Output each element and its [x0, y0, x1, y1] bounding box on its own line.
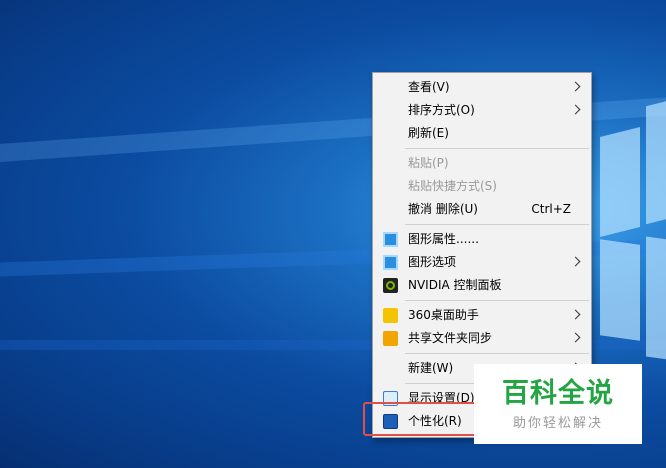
- menu-item-label: 查看(V): [408, 80, 450, 94]
- chevron-right-icon: [570, 309, 581, 320]
- watermark: 百科全说 助你轻松解决: [474, 364, 642, 444]
- menu-item-label: 共享文件夹同步: [408, 331, 493, 345]
- graphics-properties-icon: [383, 232, 398, 247]
- menu-item-label: 360桌面助手: [408, 308, 479, 322]
- menu-item-shared-folder-sync[interactable]: 共享文件夹同步: [373, 327, 591, 350]
- menu-item-graphics-properties[interactable]: 图形属性......: [373, 228, 591, 251]
- menu-item-label: 图形属性......: [408, 232, 479, 246]
- windows-logo: [600, 70, 666, 400]
- menu-item-label: 粘贴(P): [408, 156, 449, 170]
- menu-item-360-desktop-assistant[interactable]: 360桌面助手: [373, 304, 591, 327]
- chevron-right-icon: [570, 104, 581, 115]
- windows-logo-pane: [600, 127, 640, 237]
- share-sync-icon: [383, 331, 398, 346]
- chevron-right-icon: [570, 256, 581, 267]
- menu-item-label: 新建(W): [408, 361, 454, 375]
- 360-icon: [383, 308, 398, 323]
- menu-separator: [405, 224, 589, 225]
- menu-item-label: 图形选项: [408, 255, 457, 269]
- menu-item-view[interactable]: 查看(V): [373, 76, 591, 99]
- menu-item-nvidia-control-panel[interactable]: NVIDIA 控制面板: [373, 274, 591, 297]
- menu-item-label: NVIDIA 控制面板: [408, 278, 502, 292]
- chevron-right-icon: [570, 81, 581, 92]
- windows-logo-pane: [646, 93, 666, 225]
- menu-item-label: 排序方式(O): [408, 103, 475, 117]
- watermark-title: 百科全说: [502, 378, 614, 409]
- menu-item-graphics-options[interactable]: 图形选项: [373, 251, 591, 274]
- nvidia-icon: [383, 278, 398, 293]
- highlight-box: [363, 402, 478, 436]
- windows-logo-pane: [600, 239, 640, 341]
- menu-item-paste: 粘贴(P): [373, 152, 591, 175]
- watermark-subtitle: 助你轻松解决: [512, 416, 603, 431]
- graphics-options-icon: [383, 255, 398, 270]
- menu-item-shortcut: Ctrl+Z: [531, 202, 571, 216]
- chevron-right-icon: [570, 332, 581, 343]
- menu-item-sort-by[interactable]: 排序方式(O): [373, 99, 591, 122]
- menu-item-undo-delete[interactable]: 撤消 删除(U) Ctrl+Z: [373, 198, 591, 221]
- menu-item-paste-shortcut: 粘贴快捷方式(S): [373, 175, 591, 198]
- menu-item-label: 粘贴快捷方式(S): [408, 179, 497, 193]
- menu-separator: [405, 353, 589, 354]
- menu-separator: [405, 300, 589, 301]
- menu-item-label: 刷新(E): [408, 126, 449, 140]
- windows-logo-pane: [646, 236, 666, 364]
- menu-item-refresh[interactable]: 刷新(E): [373, 122, 591, 145]
- menu-item-label: 撤消 删除(U): [408, 202, 478, 216]
- menu-separator: [405, 148, 589, 149]
